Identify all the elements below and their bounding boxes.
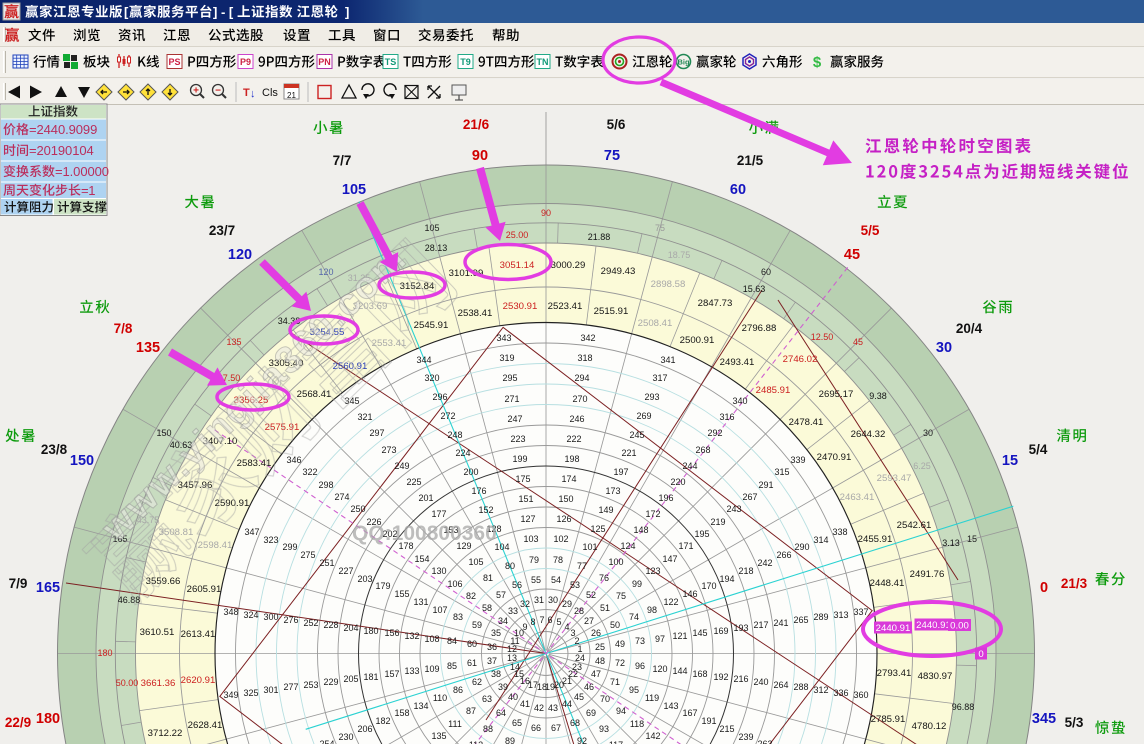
svg-text:2440.91: 2440.91: [916, 620, 951, 631]
svg-text:2440.91: 2440.91: [876, 623, 911, 634]
svg-text:0.00: 0.00: [950, 620, 969, 631]
svg-text:0: 0: [978, 649, 983, 660]
